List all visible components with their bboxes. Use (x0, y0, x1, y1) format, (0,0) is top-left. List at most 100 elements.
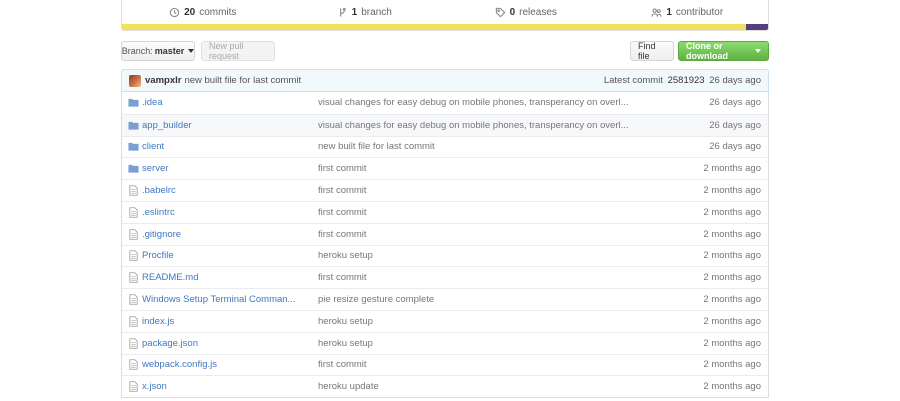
file-icon (129, 272, 138, 283)
file-navigation: Branch: master New pull request Find fil… (121, 41, 769, 61)
latest-commit-info: Latest commit 2581923 26 days ago (604, 75, 761, 86)
file-commit-message[interactable]: first commit (318, 185, 681, 196)
file-name[interactable]: app_builder (142, 120, 310, 131)
file-row[interactable]: .gitignore first commit 2 months ago (122, 222, 768, 245)
history-icon (169, 7, 180, 17)
repo-stats-bar: 20 commits 1 branch 0 releases 1 contrib… (121, 0, 769, 31)
file-row[interactable]: .eslintrc first commit 2 months ago (122, 200, 768, 223)
file-row[interactable]: index.js heroku setup 2 months ago (122, 309, 768, 332)
chevron-down-icon (755, 49, 761, 53)
file-commit-message[interactable]: pie resize gesture complete (318, 294, 681, 305)
file-commit-message[interactable]: heroku setup (318, 250, 681, 261)
file-icon (129, 381, 138, 392)
file-name[interactable]: package.json (142, 338, 310, 349)
file-row[interactable]: Windows Setup Terminal Comman... pie resi… (122, 288, 768, 310)
file-age: 2 months ago (703, 185, 761, 197)
latest-commit-bar: vampxlr new built file for last commit L… (121, 69, 769, 92)
file-commit-message[interactable]: heroku update (318, 381, 681, 392)
language-bar[interactable] (122, 24, 768, 30)
branch-select-button[interactable]: Branch: master (121, 41, 195, 61)
file-name[interactable]: README.md (142, 272, 310, 283)
file-row[interactable]: client new built file for last commit 26 d… (122, 135, 768, 158)
file-name[interactable]: .idea (142, 97, 310, 108)
branch-label: Branch: (121, 46, 153, 56)
file-icon (129, 337, 138, 349)
file-row[interactable]: .idea visual changes for easy debug on mo… (122, 92, 768, 114)
branches-label: branch (361, 6, 392, 18)
file-commit-message[interactable]: visual changes for easy debug on mobile … (318, 120, 681, 131)
commit-age: 26 days ago (709, 75, 761, 86)
branch-value: master (154, 46, 185, 56)
contributors-link[interactable]: 1 contributor (607, 7, 769, 18)
file-age: 26 days ago (709, 141, 761, 153)
file-age: 2 months ago (703, 272, 761, 284)
file-icon (129, 228, 138, 240)
file-commit-message[interactable]: heroku setup (318, 316, 681, 327)
branches-link[interactable]: 1 branch (284, 7, 446, 18)
file-name[interactable]: .eslintrc (142, 207, 310, 218)
file-commit-message[interactable]: first commit (318, 207, 681, 218)
folder-icon (128, 143, 139, 152)
file-icon (129, 359, 138, 371)
file-age: 2 months ago (703, 163, 761, 175)
file-commit-message[interactable]: visual changes for easy debug on mobile … (318, 97, 681, 108)
file-row[interactable]: server first commit 2 months ago (122, 157, 768, 179)
file-commit-message[interactable]: first commit (318, 272, 681, 283)
file-commit-message[interactable]: heroku setup (318, 338, 681, 349)
file-row[interactable]: .babelrc first commit 2 months ago (122, 179, 768, 201)
file-age: 26 days ago (709, 97, 761, 109)
file-age: 2 months ago (703, 206, 761, 218)
file-age: 2 months ago (703, 250, 761, 262)
file-row[interactable]: README.md first commit 2 months ago (122, 266, 768, 288)
file-commit-message[interactable]: first commit (318, 163, 681, 174)
find-file-button[interactable]: Find file (630, 41, 674, 61)
file-age: 2 months ago (703, 228, 761, 240)
clone-label: Clone or download (686, 41, 728, 61)
file-name[interactable]: Windows Setup Terminal Comman... (142, 294, 310, 305)
file-name[interactable]: client (142, 141, 310, 152)
tag-icon (495, 7, 505, 17)
releases-count: 0 (509, 6, 516, 18)
commit-author[interactable]: vampxlr (145, 75, 181, 86)
file-commit-message[interactable]: first commit (318, 359, 681, 370)
releases-label: releases (519, 6, 557, 18)
file-name[interactable]: x.json (142, 381, 310, 392)
chevron-down-icon (188, 49, 195, 53)
file-age: 2 months ago (703, 294, 761, 306)
file-name[interactable]: index.js (142, 316, 310, 327)
file-row[interactable]: app_builder visual changes for easy debug… (122, 113, 768, 136)
file-name[interactable]: .gitignore (142, 229, 310, 240)
file-icon (129, 316, 138, 327)
file-commit-message[interactable]: first commit (318, 229, 681, 240)
file-name[interactable]: Procfile (142, 250, 310, 261)
file-age: 2 months ago (703, 359, 761, 371)
latest-commit-label: Latest commit (603, 75, 663, 86)
new-pull-request-button[interactable]: New pull request (201, 41, 275, 61)
file-commit-message[interactable]: new built file for last commit (318, 141, 681, 152)
releases-link[interactable]: 0 releases (445, 7, 607, 18)
file-name[interactable]: server (142, 163, 310, 174)
commits-link[interactable]: 20 commits (122, 7, 284, 18)
language-other (746, 24, 768, 30)
file-icon (129, 185, 138, 196)
commit-sha[interactable]: 2581923 (668, 75, 705, 86)
people-icon (651, 7, 662, 17)
file-row[interactable]: x.json heroku update 2 months ago (122, 375, 768, 397)
file-icon (129, 294, 138, 305)
file-list: .idea visual changes for easy debug on mo… (121, 92, 769, 399)
avatar[interactable] (129, 74, 141, 87)
commits-label: commits (199, 6, 237, 18)
file-name[interactable]: webpack.config.js (142, 359, 310, 370)
file-row[interactable]: Procfile heroku setup 2 months ago (122, 244, 768, 267)
file-age: 2 months ago (703, 315, 761, 327)
file-age: 2 months ago (703, 337, 761, 349)
folder-icon (128, 121, 139, 130)
file-row[interactable]: package.json heroku setup 2 months ago (122, 331, 768, 354)
contributors-label: contributor (675, 6, 724, 18)
file-age: 26 days ago (709, 119, 761, 131)
file-row[interactable]: webpack.config.js first commit 2 months ag… (122, 353, 768, 376)
folder-icon (128, 165, 139, 173)
file-name[interactable]: .babelrc (142, 185, 310, 196)
clone-download-button[interactable]: Clone or download (678, 41, 769, 61)
commit-message[interactable]: new built file for last commit (184, 75, 301, 86)
